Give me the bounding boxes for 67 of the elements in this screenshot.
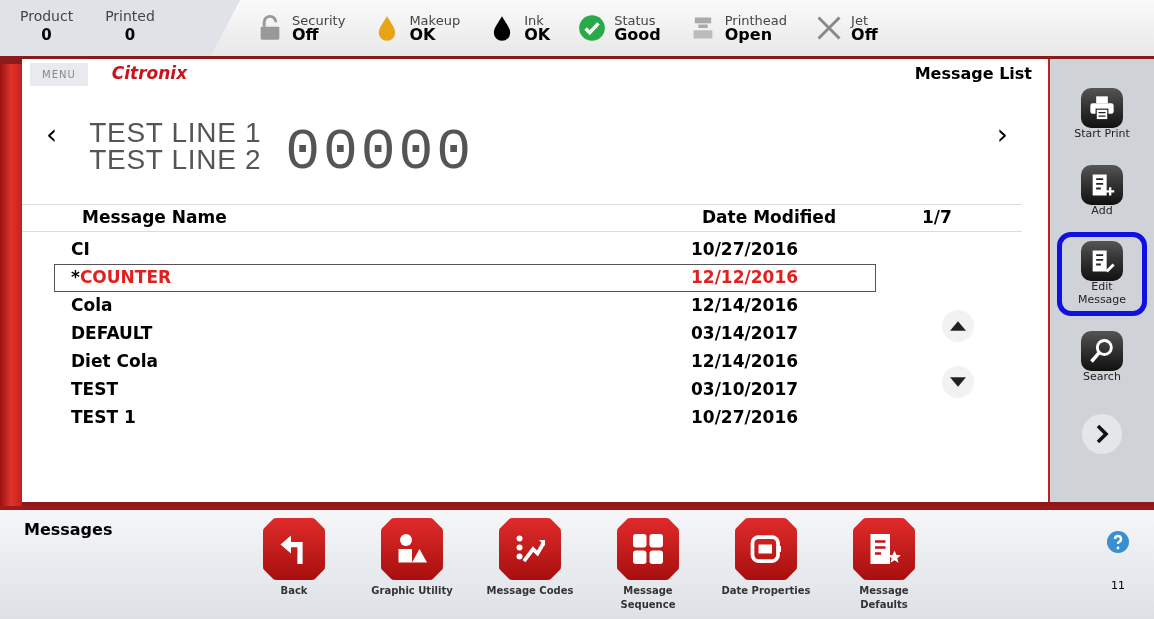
logo: Citronix <box>111 62 188 86</box>
column-header: Date Modified <box>702 206 838 230</box>
toolbar-button[interactable]: Add <box>1057 155 1147 227</box>
search-icon <box>1088 336 1116 365</box>
preview-text-line: TEST LINE 2 <box>89 146 262 174</box>
date-modified: 12/14/2016 <box>691 350 799 374</box>
cross-icon <box>815 14 844 42</box>
function-button[interactable]: Graphic Utility <box>362 518 462 619</box>
counter-label: Printed <box>105 8 155 26</box>
preview-text-line: TEST LINE 1 <box>89 119 262 147</box>
counter-value: 0 <box>124 25 136 45</box>
status-label: Ink <box>524 13 545 27</box>
status-label: Printhead <box>724 13 788 27</box>
status-value: OK <box>524 26 551 43</box>
message-row[interactable]: TEST 1 10/27/2016 <box>54 404 876 432</box>
page-number: 11 <box>1111 578 1125 594</box>
grid-icon <box>630 531 666 567</box>
status-label: Makeup <box>409 13 461 27</box>
date-modified: 10/27/2016 <box>691 238 799 262</box>
preview-counter: 00000 <box>285 123 474 182</box>
toolbar-button[interactable]: Start Print <box>1057 79 1147 150</box>
toolbar-button[interactable]: Edit Message <box>1057 232 1147 316</box>
message-row[interactable]: *COUNTER 12/12/2016 <box>54 264 876 292</box>
page-indicator: 1/7 <box>922 206 952 230</box>
printer-icon <box>1088 94 1116 122</box>
date-modified: 03/14/2017 <box>691 322 799 346</box>
status-value: OK <box>409 26 436 43</box>
page-title: Message List <box>914 63 1032 85</box>
status-label: Security <box>292 13 346 27</box>
function-button[interactable]: Message Sequence <box>598 518 698 619</box>
message-row[interactable]: Diet Cola 12/14/2016 <box>54 348 876 376</box>
date-modified: 10/27/2016 <box>691 406 799 430</box>
function-button[interactable]: Message Defaults <box>834 518 934 619</box>
help-icon[interactable] <box>1106 530 1130 554</box>
scroll-up-button[interactable] <box>942 310 974 342</box>
message-name: TEST 1 <box>71 406 137 430</box>
message-name: Cola <box>71 294 114 318</box>
next-page-button[interactable] <box>1082 414 1122 455</box>
message-name: *COUNTER <box>71 266 173 290</box>
date-modified: 03/10/2017 <box>691 378 799 402</box>
check-circle-icon <box>578 14 607 42</box>
scroll-down-button[interactable] <box>942 366 974 398</box>
message-name: Diet Cola <box>71 350 159 374</box>
message-row[interactable]: CI 10/27/2016 <box>54 236 876 264</box>
message-row[interactable]: Cola 12/14/2016 <box>54 292 876 320</box>
counter-label: Product <box>20 8 74 26</box>
status-label: Status <box>614 13 657 27</box>
toolbar-button[interactable]: Search <box>1057 321 1147 393</box>
message-row[interactable]: DEFAULT 03/14/2017 <box>54 320 876 348</box>
message-name: DEFAULT <box>71 322 154 346</box>
date-modified: 12/12/2016 <box>691 266 799 290</box>
function-button[interactable]: Date Properties <box>716 518 816 619</box>
counter-value: 0 <box>41 25 52 45</box>
next-arrow[interactable]: › <box>996 113 1008 156</box>
previous-arrow[interactable]: ‹ <box>46 113 58 156</box>
date-modified: 12/14/2016 <box>691 294 799 318</box>
message-name: TEST <box>71 378 120 402</box>
message-row[interactable]: TEST 03/10/2017 <box>54 376 876 404</box>
status-value: Open <box>724 26 772 43</box>
status-value: Off <box>292 26 319 43</box>
column-header: Message Name <box>82 206 228 230</box>
status-value: Good <box>614 26 661 43</box>
message-name: CI <box>71 238 91 262</box>
section-title: Messages <box>24 519 114 541</box>
function-button[interactable]: Back <box>244 518 344 619</box>
status-label: Jet <box>851 13 869 27</box>
function-button[interactable]: Message Codes <box>480 518 580 619</box>
